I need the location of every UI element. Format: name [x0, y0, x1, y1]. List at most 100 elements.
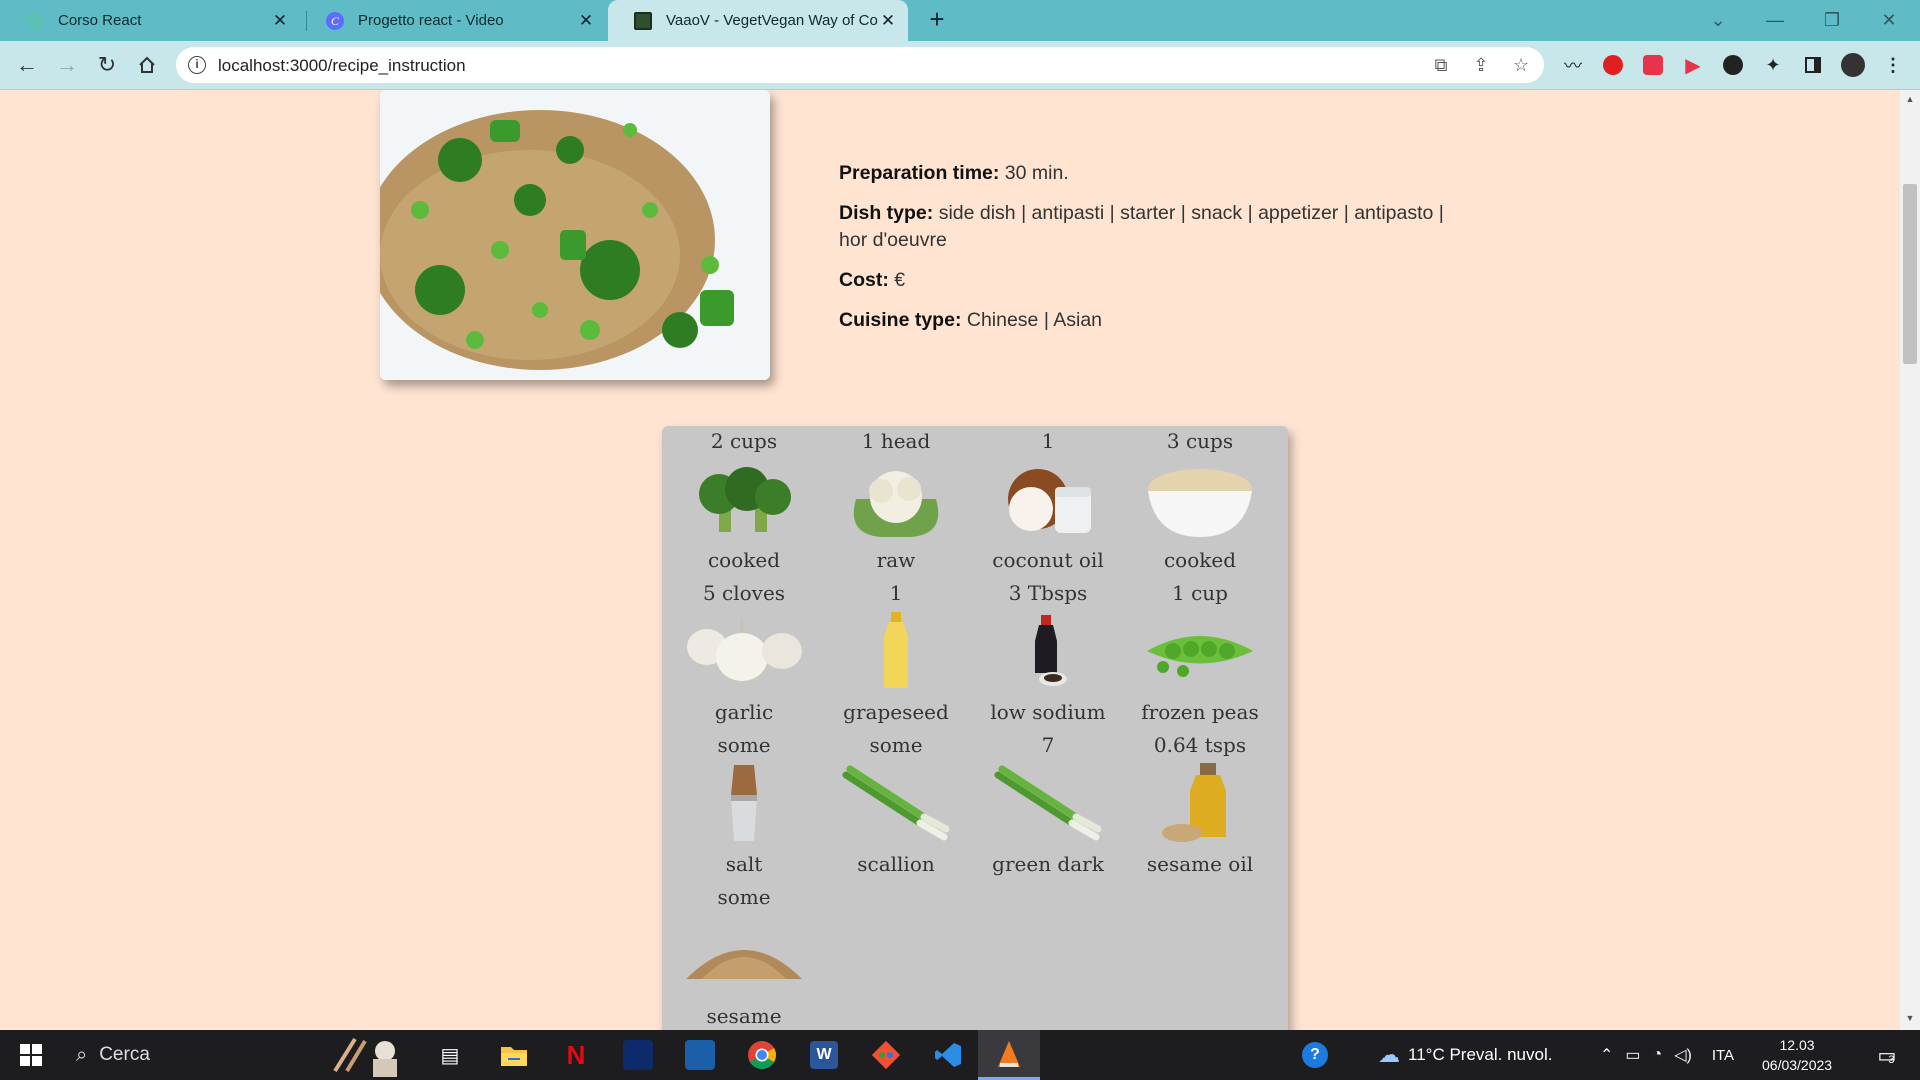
side-panel-icon[interactable] [1800, 52, 1826, 78]
extension-red-icon[interactable] [1640, 52, 1666, 78]
volume-icon[interactable]: ◁) [1674, 1045, 1692, 1065]
vscode-icon[interactable] [926, 1030, 970, 1080]
extension-icon[interactable]: 〰 [1560, 52, 1586, 78]
ingredient-name: cooked [707, 548, 781, 572]
vd-extension-icon[interactable] [1720, 52, 1746, 78]
clock[interactable]: 12.03 06/03/2023 [1762, 1030, 1832, 1080]
git-icon[interactable] [864, 1030, 908, 1080]
minimize-icon[interactable]: — [1747, 0, 1803, 41]
bookmark-star-icon[interactable]: ☆ [1510, 55, 1532, 76]
ingredient-quantity: 7 [1041, 733, 1055, 757]
taskbar-search[interactable]: ⌕ Cerca [62, 1030, 312, 1080]
prep-time-value: 30 min. [1004, 162, 1069, 184]
help-icon[interactable]: ? [1300, 1030, 1330, 1080]
search-highlight-icon[interactable] [320, 1030, 410, 1080]
ingredient-quantity: 1 [1041, 429, 1055, 453]
cauliflower-icon [820, 456, 972, 542]
browser-menu-icon[interactable]: ⋮ [1880, 52, 1906, 78]
tab-title: Progetto react - Video [358, 12, 504, 29]
ingredient-quantity: 3 cups [1166, 429, 1234, 453]
language-indicator[interactable]: ITA [1712, 1047, 1734, 1064]
tab-search-chevron-icon[interactable]: ⌄ [1690, 0, 1746, 41]
share-icon[interactable]: ⇪ [1470, 55, 1492, 76]
broccoli-icon [668, 456, 820, 542]
close-window-icon[interactable]: ✕ [1861, 0, 1917, 41]
task-view-icon[interactable]: ▤ [430, 1030, 470, 1080]
ingredient-quantity: 3 Tbsps [1008, 581, 1088, 605]
ingredient-name: garlic [714, 700, 774, 724]
ingredient-name: salt [725, 852, 763, 876]
notifications-button[interactable]: ▭ 3 [1866, 1030, 1906, 1080]
vaaov-icon [634, 11, 652, 30]
battery-icon[interactable]: ▭ [1625, 1045, 1640, 1065]
weather-text: 11°C Preval. nuvol. [1408, 1045, 1553, 1064]
disney-plus-icon[interactable] [616, 1030, 660, 1080]
salt-shaker-icon [668, 760, 820, 846]
ingredient-item: 1 head raw [820, 426, 972, 578]
ingredient-quantity: some [717, 885, 771, 909]
adblock-icon[interactable] [1600, 52, 1626, 78]
ingredient-item: some scallion [820, 730, 972, 882]
prime-video-icon[interactable] [678, 1030, 722, 1080]
clock-date: 06/03/2023 [1762, 1057, 1833, 1073]
tab-progetto-react[interactable]: C Progetto react - Video ✕ [300, 0, 606, 41]
play-extension-icon[interactable]: ▶ [1680, 52, 1706, 78]
sesame-seeds-icon [668, 912, 820, 998]
wifi-icon[interactable]: ◔ [1653, 1046, 1663, 1064]
ingredient-item: 3 Tbsps low sodium [972, 578, 1124, 730]
scrollbar-thumb[interactable] [1903, 184, 1917, 364]
tab-vaaov[interactable]: VaaoV - VegetVegan Way of Coo ✕ [608, 0, 908, 41]
chrome-icon[interactable] [740, 1030, 784, 1080]
scallion-icon [972, 760, 1124, 846]
ingredient-item: 1 coconut oil [972, 426, 1124, 578]
file-explorer-icon[interactable] [492, 1030, 536, 1080]
browser-toolbar: ← → ↻ i localhost:3000/recipe_instructio… [0, 41, 1920, 90]
ingredient-quantity: 1 cup [1172, 581, 1228, 605]
weather-widget[interactable]: ☁ 11°C Preval. nuvol. [1378, 1030, 1552, 1080]
translate-icon[interactable]: ⧉ [1430, 55, 1452, 76]
forward-icon[interactable]: → [50, 48, 84, 82]
windows-start-icon[interactable] [6, 1030, 56, 1080]
ingredient-quantity: 1 head [861, 429, 931, 453]
tab-strip: Corso React ✕ C Progetto react - Video ✕… [0, 0, 1920, 41]
extensions-puzzle-icon[interactable]: ✦ [1760, 52, 1786, 78]
oil-bottle-icon [820, 608, 972, 694]
ingredient-name: green dark [992, 852, 1104, 876]
ingredient-quantity: some [869, 733, 923, 757]
soy-sauce-icon [972, 608, 1124, 694]
profile-avatar-icon[interactable] [1840, 52, 1866, 78]
garlic-icon [668, 608, 820, 694]
restore-icon[interactable]: ❐ [1804, 0, 1860, 41]
ingredient-name: cooked [1163, 548, 1237, 572]
scroll-up-icon[interactable]: ▲ [1903, 94, 1917, 108]
site-info-icon[interactable]: i [188, 56, 206, 74]
reload-icon[interactable]: ↻ [90, 48, 124, 82]
coconut-icon [972, 456, 1124, 542]
recipe-photo [380, 90, 770, 380]
tray-icons: ⌃ ▭ ◔ ◁) ITA [1600, 1030, 1734, 1080]
home-icon[interactable] [130, 48, 164, 82]
canva-icon: C [326, 11, 344, 30]
windows-taskbar: ⌕ Cerca ▤ N W ? ☁ 11°C Preval. nuvol. ⌃ … [0, 1030, 1920, 1080]
vlc-icon[interactable] [978, 1030, 1040, 1080]
dish-type-row: Dish type: side dish | antipasti | start… [839, 200, 1469, 254]
cost-value: € [894, 269, 906, 291]
back-icon[interactable]: ← [10, 48, 44, 82]
ingredient-item: 1 cup frozen peas [1124, 578, 1276, 730]
ingredient-quantity: some [717, 733, 771, 757]
ingredient-quantity: 5 cloves [702, 581, 786, 605]
search-icon: ⌕ [76, 1043, 88, 1066]
new-tab-button[interactable]: + [922, 4, 952, 35]
close-tab-icon[interactable]: ✕ [878, 11, 898, 31]
scroll-down-icon[interactable]: ▼ [1903, 1013, 1917, 1027]
chevron-up-icon[interactable]: ⌃ [1600, 1045, 1613, 1065]
ingredient-quantity: 0.64 tsps [1153, 733, 1247, 757]
netflix-icon[interactable]: N [554, 1030, 598, 1080]
word-icon[interactable]: W [802, 1030, 846, 1080]
ingredient-item: 1 grapeseed [820, 578, 972, 730]
address-bar[interactable]: i localhost:3000/recipe_instruction ⧉ ⇪ … [176, 47, 1544, 83]
close-tab-icon[interactable]: ✕ [576, 11, 596, 31]
close-tab-icon[interactable]: ✕ [270, 11, 290, 31]
page-content: Preparation time: 30 min. Dish type: sid… [0, 90, 1900, 1030]
tab-corso-react[interactable]: Corso React ✕ [0, 0, 300, 41]
